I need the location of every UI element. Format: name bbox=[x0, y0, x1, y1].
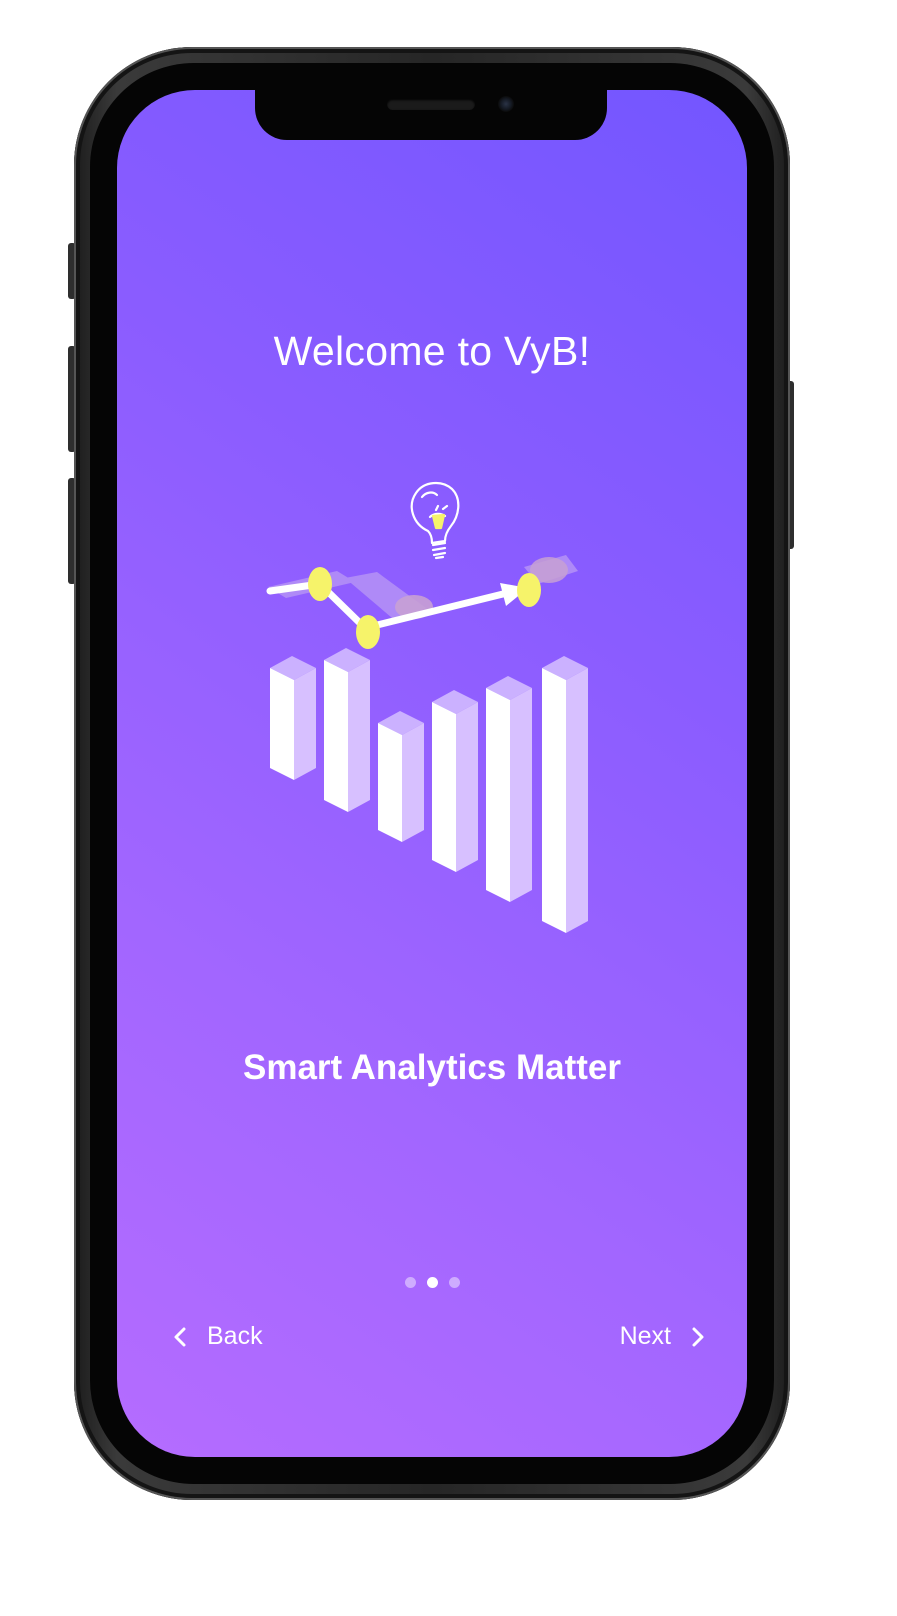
bar-2 bbox=[324, 648, 370, 812]
chevron-left-icon bbox=[174, 1327, 186, 1346]
slide-title: Smart Analytics Matter bbox=[243, 1048, 621, 1087]
analytics-bar-chart-illustration bbox=[266, 482, 588, 933]
device-mockup: Welcome to VyB! Smart Analytics Matter B… bbox=[0, 0, 897, 1616]
bar-6 bbox=[542, 656, 588, 933]
bar-4 bbox=[432, 690, 478, 872]
onboarding-screen: Welcome to VyB! Smart Analytics Matter B… bbox=[117, 90, 747, 1457]
analytics-illustration bbox=[262, 480, 602, 940]
speaker-grille bbox=[387, 99, 475, 110]
back-button[interactable]: Back bbox=[173, 1322, 263, 1351]
next-button[interactable]: Next bbox=[620, 1322, 705, 1351]
chevron-right-icon bbox=[692, 1327, 704, 1346]
page-dot[interactable] bbox=[448, 1277, 460, 1288]
welcome-title: Welcome to VyB! bbox=[273, 328, 591, 374]
back-label: Back bbox=[207, 1322, 263, 1350]
lightbulb-icon bbox=[410, 482, 460, 560]
bar-5 bbox=[486, 676, 532, 902]
page-dot[interactable] bbox=[404, 1277, 416, 1288]
front-camera bbox=[498, 96, 514, 112]
next-label: Next bbox=[619, 1322, 671, 1350]
page-indicator bbox=[117, 1277, 747, 1288]
notch bbox=[255, 90, 607, 140]
page-dot-active[interactable] bbox=[426, 1277, 438, 1288]
bar-1 bbox=[270, 656, 316, 780]
bar-3 bbox=[378, 711, 424, 842]
